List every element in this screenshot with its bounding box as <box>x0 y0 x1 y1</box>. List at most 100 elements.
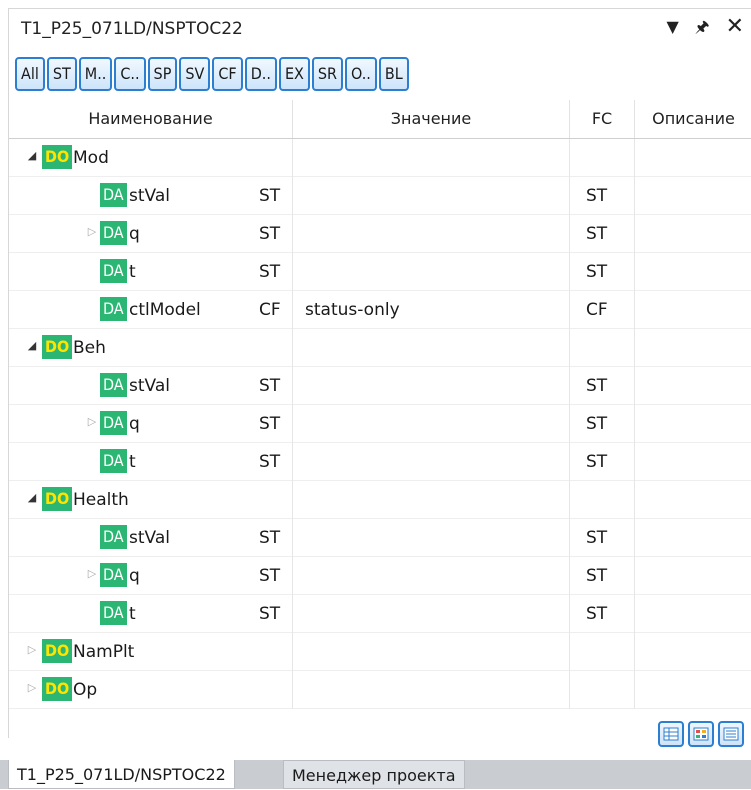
column-header-name[interactable]: Наименование <box>9 100 292 138</box>
tree-row[interactable]: ◢ DO Mod <box>9 139 751 177</box>
expand-arrow-icon[interactable]: ▷ <box>25 681 39 695</box>
properties-panel: T1_P25_071LD/NSPTOC22 ▼ 🖈 ✕ All ST M.. C.. S… <box>8 8 751 747</box>
row-name: stVal <box>129 186 170 206</box>
row-name: t <box>129 604 136 624</box>
close-icon[interactable]: ✕ <box>726 16 744 38</box>
collapse-arrow-icon[interactable]: ◢ <box>25 491 39 505</box>
filter-button[interactable]: SV <box>179 57 211 91</box>
row-fc-inline: ST <box>259 566 281 586</box>
tree-row[interactable]: DA stVal ST ST <box>9 177 751 215</box>
row-fc: ST <box>586 566 608 586</box>
data-object-tag: DO <box>42 639 73 663</box>
row-fc-inline: CF <box>259 300 281 320</box>
filter-button[interactable]: D.. <box>244 57 277 91</box>
tree-row[interactable]: ▷ DA q ST ST <box>9 405 751 443</box>
panel-titlebar: T1_P25_071LD/NSPTOC22 ▼ 🖈 ✕ <box>9 9 751 49</box>
filter-button[interactable]: All <box>15 57 45 91</box>
data-object-tag: DO <box>42 335 73 359</box>
tree-row[interactable]: ▷ DO NamPlt <box>9 633 751 671</box>
row-fc: CF <box>586 300 608 320</box>
row-name: t <box>129 452 136 472</box>
tab-panel-title[interactable]: T1_P25_071LD/NSPTOC22 <box>8 760 235 789</box>
row-name: Mod <box>73 148 109 168</box>
row-fc-inline: ST <box>259 186 281 206</box>
filter-button[interactable]: C.. <box>114 57 146 91</box>
data-object-tag: DO <box>42 677 73 701</box>
row-fc: ST <box>586 414 608 434</box>
data-attribute-tag: DA <box>100 221 127 245</box>
tab-project-manager[interactable]: Менеджер проекта <box>283 760 465 789</box>
panel-title: T1_P25_071LD/NSPTOC22 <box>21 19 243 39</box>
row-fc: ST <box>586 528 608 548</box>
filter-button[interactable]: EX <box>278 57 310 91</box>
data-attribute-tag: DA <box>100 449 127 473</box>
data-attribute-tag: DA <box>100 183 127 207</box>
row-fc-inline: ST <box>259 262 281 282</box>
row-fc: ST <box>586 224 608 244</box>
tree-row[interactable]: DA stVal ST ST <box>9 367 751 405</box>
tree-row[interactable]: ▷ DA q ST ST <box>9 557 751 595</box>
data-attribute-tag: DA <box>100 411 127 435</box>
row-name: q <box>129 414 140 434</box>
expand-arrow-icon[interactable]: ▷ <box>85 415 99 429</box>
filter-button[interactable]: ST <box>46 57 77 91</box>
collapse-arrow-icon[interactable]: ◢ <box>25 339 39 353</box>
row-fc-inline: ST <box>259 224 281 244</box>
view-switcher <box>658 721 744 747</box>
tree-row[interactable]: ▷ DA q ST ST <box>9 215 751 253</box>
filter-toolbar: All ST M.. C.. SP SV CF D.. EX SR O.. BL <box>15 57 409 91</box>
row-name: q <box>129 566 140 586</box>
filter-button[interactable]: CF <box>212 57 243 91</box>
tree-row[interactable]: DA t ST ST <box>9 253 751 291</box>
row-fc: ST <box>586 452 608 472</box>
expand-arrow-icon[interactable]: ▷ <box>85 225 99 239</box>
row-name: t <box>129 262 136 282</box>
row-fc-inline: ST <box>259 414 281 434</box>
dropdown-arrow-icon[interactable]: ▼ <box>666 17 678 37</box>
tree-row[interactable]: DA t ST ST <box>9 595 751 633</box>
column-header-fc[interactable]: FC <box>570 100 634 138</box>
row-fc: ST <box>586 262 608 282</box>
row-name: NamPlt <box>73 642 135 662</box>
filter-button[interactable]: M.. <box>78 57 113 91</box>
row-fc-inline: ST <box>259 604 281 624</box>
grid-header: Наименование Значение FC Описание <box>9 100 751 139</box>
column-header-value[interactable]: Значение <box>293 100 569 138</box>
filter-button[interactable]: SR <box>311 57 344 91</box>
row-name: Health <box>73 490 129 510</box>
tiles-view-icon[interactable] <box>688 721 714 747</box>
pin-icon[interactable]: 🖈 <box>695 17 710 37</box>
row-fc: ST <box>586 604 608 624</box>
row-name: stVal <box>129 528 170 548</box>
grid-view-icon[interactable] <box>658 721 684 747</box>
list-view-icon[interactable] <box>718 721 744 747</box>
tree-row[interactable]: DA stVal ST ST <box>9 519 751 557</box>
tree-row[interactable]: ◢ DO Health <box>9 481 751 519</box>
data-attribute-tag: DA <box>100 373 127 397</box>
tree-row[interactable]: ◢ DO Beh <box>9 329 751 367</box>
row-fc-inline: ST <box>259 376 281 396</box>
row-name: stVal <box>129 376 170 396</box>
tree-row[interactable]: DA ctlModel CF status-only CF <box>9 291 751 329</box>
row-name: Op <box>73 680 98 700</box>
row-name: q <box>129 224 140 244</box>
row-value[interactable]: status-only <box>305 291 400 329</box>
filter-button[interactable]: O.. <box>345 57 377 91</box>
collapse-arrow-icon[interactable]: ◢ <box>25 149 39 163</box>
row-fc-inline: ST <box>259 452 281 472</box>
row-name: Beh <box>73 338 106 358</box>
data-object-tag: DO <box>42 487 73 511</box>
data-attribute-tag: DA <box>100 563 127 587</box>
column-header-description[interactable]: Описание <box>635 100 751 138</box>
row-fc: ST <box>586 186 608 206</box>
data-attribute-tag: DA <box>100 525 127 549</box>
tree-row[interactable]: DA t ST ST <box>9 443 751 481</box>
tree-row[interactable]: ▷ DO Op <box>9 671 751 709</box>
filter-button[interactable]: BL <box>378 57 409 91</box>
row-name: ctlModel <box>129 300 201 320</box>
bottom-tab-strip: T1_P25_071LD/NSPTOC22 Менеджер проекта <box>0 760 751 789</box>
expand-arrow-icon[interactable]: ▷ <box>25 643 39 657</box>
filter-button[interactable]: SP <box>147 57 178 91</box>
expand-arrow-icon[interactable]: ▷ <box>85 567 99 581</box>
row-fc: ST <box>586 376 608 396</box>
